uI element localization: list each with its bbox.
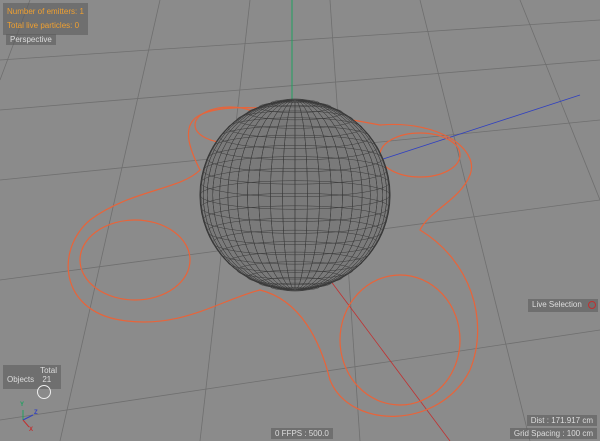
- tool-indicator[interactable]: Live Selection: [528, 299, 598, 312]
- grid-spacing-readout: Grid Spacing : 100 cm: [509, 428, 597, 439]
- particle-info-panel: Number of emitters: 1 Total live particl…: [3, 3, 88, 35]
- z-axis-line: [379, 94, 581, 161]
- cursor-circle-icon: [37, 385, 51, 399]
- sphere-wireframe: [199, 98, 391, 292]
- stats-row-label: Objects: [7, 375, 35, 384]
- stats-panel: Total Objects 21: [3, 365, 61, 389]
- tool-arrow-icon[interactable]: [588, 301, 596, 309]
- viewport-3d[interactable]: [0, 0, 600, 441]
- tool-label: Live Selection: [532, 300, 582, 309]
- y-axis-label: Y: [20, 402, 25, 408]
- axis-gizmo: Y Z X: [15, 400, 45, 436]
- distance-readout: Dist : 171.917 cm: [526, 415, 597, 426]
- x-axis-label: X: [29, 427, 34, 433]
- stats-header: Total: [40, 366, 57, 375]
- z-axis-label: Z: [34, 410, 38, 416]
- stats-row-value: 21: [42, 375, 52, 384]
- view-name-label[interactable]: Perspective: [6, 34, 56, 45]
- emitter-count: Number of emitters: 1: [7, 7, 84, 16]
- particle-count: Total live particles: 0: [7, 21, 80, 30]
- fps-readout: 0 FFPS : 500.0: [271, 428, 333, 439]
